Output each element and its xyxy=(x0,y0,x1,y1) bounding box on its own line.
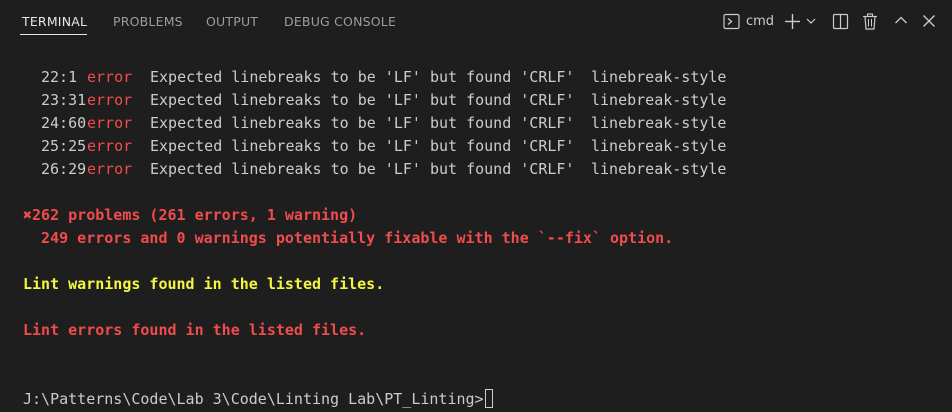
lint-message: Expected linebreaks to be 'LF' but found… xyxy=(150,91,575,109)
lint-location: 26:29 xyxy=(41,160,87,178)
fixable-summary: 249 errors and 0 warnings potentially fi… xyxy=(23,229,674,247)
chevron-up-icon[interactable] xyxy=(894,15,908,25)
lint-row: 23:31error Expected linebreaks to be 'LF'… xyxy=(23,89,726,112)
lint-rule: linebreak-style xyxy=(591,137,727,155)
command-prompt[interactable]: J:\Patterns\Code\Lab 3\Code\Linting Lab\… xyxy=(23,388,493,411)
lint-rule: linebreak-style xyxy=(591,114,727,132)
lint-row: 22:1 error Expected linebreaks to be 'LF' … xyxy=(23,66,726,89)
lint-rule: linebreak-style xyxy=(591,91,727,109)
lint-row: 26:29error Expected linebreaks to be 'LF'… xyxy=(23,158,726,181)
chevron-down-icon[interactable] xyxy=(806,17,816,25)
lint-errors-message: Lint errors found in the listed files. xyxy=(23,321,367,339)
lint-message: Expected linebreaks to be 'LF' but found… xyxy=(150,137,575,155)
terminal-output[interactable]: 22:1 error Expected linebreaks to be 'LF' … xyxy=(0,44,952,412)
lint-rule: linebreak-style xyxy=(591,68,727,86)
lint-message: Expected linebreaks to be 'LF' but found… xyxy=(150,114,575,132)
lint-severity: error xyxy=(87,114,133,132)
close-icon[interactable] xyxy=(922,14,936,28)
split-icon[interactable] xyxy=(832,13,849,30)
lint-severity: error xyxy=(87,137,133,155)
lint-location: 25:25 xyxy=(41,137,87,155)
terminal-icon[interactable] xyxy=(723,13,740,30)
tab-terminal[interactable]: TERMINAL xyxy=(22,14,87,30)
lint-location: 22:1 xyxy=(41,68,78,86)
lint-row: 25:25error Expected linebreaks to be 'LF'… xyxy=(23,135,726,158)
text-cursor xyxy=(484,389,493,408)
tab-debug-console[interactable]: DEBUG CONSOLE xyxy=(284,14,396,30)
active-tab-indicator xyxy=(20,34,87,35)
plus-icon[interactable] xyxy=(784,13,801,30)
shell-name-label[interactable]: cmd xyxy=(746,14,774,30)
lint-severity: error xyxy=(87,160,133,178)
panel-tab-bar: TERMINAL PROBLEMS OUTPUT DEBUG CONSOLE c… xyxy=(0,0,952,44)
lint-location: 24:60 xyxy=(41,114,87,132)
terminal-panel: TERMINAL PROBLEMS OUTPUT DEBUG CONSOLE c… xyxy=(0,0,952,412)
tab-output[interactable]: OUTPUT xyxy=(206,14,258,30)
lint-warnings-message: Lint warnings found in the listed files. xyxy=(23,275,385,293)
lint-message: Expected linebreaks to be 'LF' but found… xyxy=(150,68,575,86)
lint-rule: linebreak-style xyxy=(591,160,727,178)
lint-location: 23:31 xyxy=(41,91,87,109)
tab-problems[interactable]: PROBLEMS xyxy=(113,14,183,30)
problems-summary: ✖262 problems (261 errors, 1 warning) xyxy=(23,206,358,224)
lint-message: Expected linebreaks to be 'LF' but found… xyxy=(150,160,575,178)
lint-row: 24:60error Expected linebreaks to be 'LF'… xyxy=(23,112,726,135)
trash-icon[interactable] xyxy=(862,13,878,30)
lint-severity: error xyxy=(87,68,133,86)
prompt-path: J:\Patterns\Code\Lab 3\Code\Linting Lab\… xyxy=(23,390,484,408)
lint-severity: error xyxy=(87,91,133,109)
